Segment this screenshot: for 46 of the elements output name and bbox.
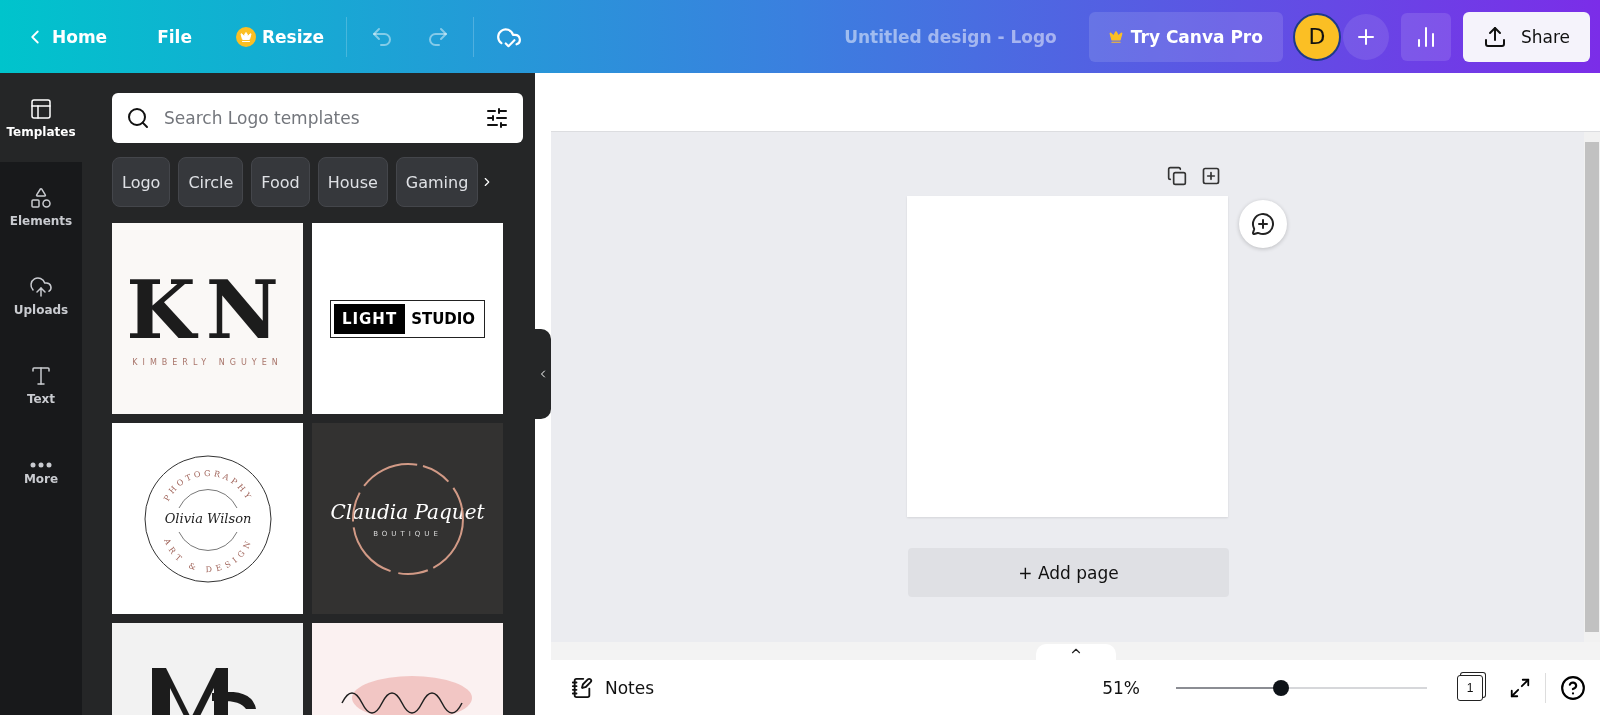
crown-icon — [235, 26, 256, 47]
sidebar-tab[interactable]: Elements — [0, 162, 82, 251]
slider-thumb[interactable] — [1273, 679, 1290, 696]
sidebar-tab[interactable]: More — [0, 429, 82, 518]
design-title: Untitled design - Logo — [844, 26, 1057, 47]
crown-icon — [1108, 29, 1123, 44]
user-avatar[interactable]: D — [1292, 12, 1341, 61]
zoom-percentage: 51% — [1102, 677, 1140, 698]
template-thumbnail[interactable]: LIGHT STUDIO — [312, 223, 503, 414]
help-icon[interactable] — [1560, 674, 1586, 701]
try-pro-button[interactable]: Try Canva Pro — [1088, 11, 1283, 62]
add-comment-button[interactable] — [1238, 200, 1287, 248]
vertical-scrollbar[interactable] — [1584, 132, 1600, 642]
fullscreen-icon[interactable] — [1509, 676, 1531, 699]
more-icon — [30, 461, 52, 468]
comment-plus-icon — [1250, 212, 1275, 236]
shapes-icon — [29, 185, 53, 210]
cloud-upload-icon — [29, 274, 53, 299]
filter-chip[interactable]: House — [317, 157, 388, 207]
filter-chip[interactable]: Gaming — [395, 157, 479, 207]
insights-button[interactable] — [1400, 12, 1451, 61]
filter-chip[interactable]: Logo — [112, 157, 171, 207]
sidebar-tab[interactable]: Templates — [0, 73, 82, 162]
sidebar-tab[interactable]: Uploads — [0, 251, 82, 340]
share-button[interactable]: Share — [1462, 11, 1590, 62]
monogram-letters: KN — [126, 270, 289, 350]
logo-name: Olivia Wilson — [164, 510, 251, 526]
logo-word: LIGHT — [333, 303, 406, 334]
page-count-button[interactable]: 1 — [1457, 674, 1483, 701]
filter-chip[interactable]: Circle — [178, 157, 244, 207]
sidebar-tab[interactable]: Text — [0, 340, 82, 429]
search-icon — [126, 106, 150, 130]
layout-icon — [29, 96, 53, 121]
logo-subtitle: KIMBERLY NGUYEN — [132, 358, 283, 367]
add-member-button[interactable] — [1342, 13, 1389, 60]
notes-pen-icon — [571, 676, 593, 699]
filter-settings-icon[interactable] — [485, 106, 509, 130]
add-page-button[interactable]: + Add page — [908, 548, 1229, 597]
upload-icon — [1482, 24, 1507, 49]
horizontal-scrollbar[interactable] — [551, 642, 1600, 660]
collapse-panel-button[interactable] — [535, 329, 551, 419]
filter-chip[interactable]: Food — [251, 157, 310, 207]
template-thumbnail[interactable]: KN KIMBERLY NGUYEN — [112, 223, 303, 414]
notes-button[interactable]: Notes — [571, 676, 655, 699]
search-field[interactable]: Search Logo templates — [112, 93, 523, 143]
logo-word: STUDIO — [410, 309, 477, 328]
